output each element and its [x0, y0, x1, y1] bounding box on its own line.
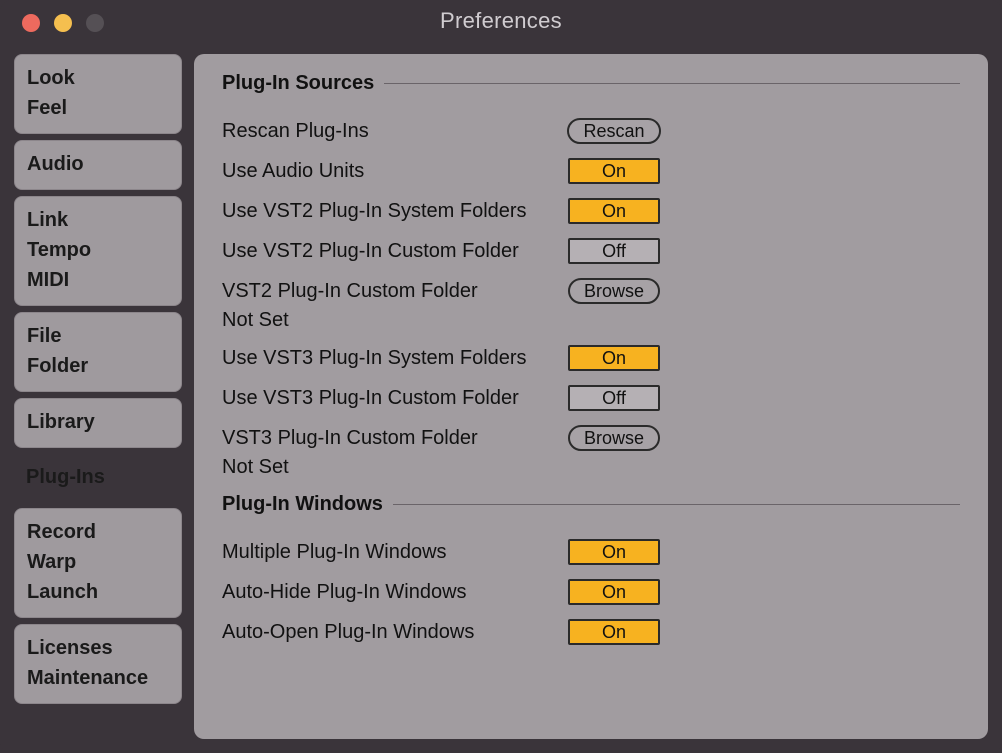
- label: Rescan Plug-Ins: [222, 120, 566, 143]
- label: VST3 Plug-In Custom Folder: [222, 427, 566, 450]
- window-traffic-lights: [22, 14, 104, 32]
- windows-rows: Multiple Plug-In Windows On Auto-Hide Pl…: [222, 532, 960, 652]
- label: Auto-Open Plug-In Windows: [222, 621, 566, 644]
- row-autohide-plugin-windows: Auto-Hide Plug-In Windows On: [222, 572, 960, 612]
- sidebar-item-record-warp-launch[interactable]: Record Warp Launch: [14, 508, 182, 618]
- row-multiple-plugin-windows: Multiple Plug-In Windows On: [222, 532, 960, 572]
- label: Use VST2 Plug-In Custom Folder: [222, 240, 566, 263]
- sidebar-item-file-folder[interactable]: File Folder: [14, 312, 182, 392]
- section-title: Plug-In Sources: [222, 72, 374, 95]
- window-zoom-icon[interactable]: [86, 14, 104, 32]
- window-title: Preferences: [0, 8, 1002, 34]
- row-vst3-custom-folder: VST3 Plug-In Custom Folder Browse: [222, 418, 960, 458]
- row-vst2-custom-folder: VST2 Plug-In Custom Folder Browse: [222, 271, 960, 311]
- section-header-windows: Plug-In Windows: [222, 493, 960, 516]
- rescan-button[interactable]: Rescan: [567, 118, 660, 144]
- label: Multiple Plug-In Windows: [222, 541, 566, 564]
- sidebar-item-label: File: [27, 321, 169, 351]
- sidebar-item-label: Audio: [27, 149, 169, 179]
- sidebar-item-plug-ins[interactable]: Plug-Ins: [14, 454, 182, 502]
- sidebar-item-look-feel[interactable]: Look Feel: [14, 54, 182, 134]
- sidebar-item-link-tempo-midi[interactable]: Link Tempo MIDI: [14, 196, 182, 306]
- sidebar-item-label: Warp: [27, 547, 169, 577]
- sidebar-item-library[interactable]: Library: [14, 398, 182, 448]
- multiple-plugin-windows-toggle[interactable]: On: [568, 539, 660, 565]
- autohide-plugin-windows-toggle[interactable]: On: [568, 579, 660, 605]
- sidebar-item-label: Launch: [27, 577, 169, 607]
- sidebar-item-label: Licenses: [27, 633, 169, 663]
- autoopen-plugin-windows-toggle[interactable]: On: [568, 619, 660, 645]
- sidebar-item-label: Link: [27, 205, 169, 235]
- vst2-custom-folder-value: Not Set: [222, 309, 960, 332]
- sidebar-item-label: Folder: [27, 351, 169, 381]
- label: Use VST2 Plug-In System Folders: [222, 200, 566, 223]
- row-use-audio-units: Use Audio Units On: [222, 151, 960, 191]
- vst2-custom-browse-button[interactable]: Browse: [568, 278, 660, 304]
- use-vst2-system-toggle[interactable]: On: [568, 198, 660, 224]
- section-header-sources: Plug-In Sources: [222, 72, 960, 95]
- window-minimize-icon[interactable]: [54, 14, 72, 32]
- sidebar-item-label: Feel: [27, 93, 169, 123]
- window-close-icon[interactable]: [22, 14, 40, 32]
- titlebar: Preferences: [0, 0, 1002, 42]
- sidebar-item-label: Record: [27, 517, 169, 547]
- use-audio-units-toggle[interactable]: On: [568, 158, 660, 184]
- sidebar-item-label: Tempo: [27, 235, 169, 265]
- use-vst2-custom-toggle[interactable]: Off: [568, 238, 660, 264]
- sidebar-item-label: Plug-Ins: [26, 462, 170, 492]
- label: Use VST3 Plug-In System Folders: [222, 347, 566, 370]
- label: Auto-Hide Plug-In Windows: [222, 581, 566, 604]
- section-title: Plug-In Windows: [222, 493, 383, 516]
- label: VST2 Plug-In Custom Folder: [222, 280, 566, 303]
- row-use-vst3-system: Use VST3 Plug-In System Folders On: [222, 338, 960, 378]
- sidebar-item-label: Maintenance: [27, 663, 169, 693]
- section-rule: [393, 504, 960, 505]
- sources-rows: Rescan Plug-Ins Rescan Use Audio Units O…: [222, 111, 960, 485]
- row-rescan: Rescan Plug-Ins Rescan: [222, 111, 960, 151]
- label: Use Audio Units: [222, 160, 566, 183]
- sidebar-item-label: Library: [27, 407, 169, 437]
- preferences-body: Look Feel Audio Link Tempo MIDI File Fol…: [14, 54, 988, 739]
- sidebar-item-label: Look: [27, 63, 169, 93]
- row-use-vst3-custom: Use VST3 Plug-In Custom Folder Off: [222, 378, 960, 418]
- content-pane: Plug-In Sources Rescan Plug-Ins Rescan U…: [194, 54, 988, 739]
- row-use-vst2-custom: Use VST2 Plug-In Custom Folder Off: [222, 231, 960, 271]
- sidebar: Look Feel Audio Link Tempo MIDI File Fol…: [14, 54, 182, 739]
- label: Use VST3 Plug-In Custom Folder: [222, 387, 566, 410]
- row-use-vst2-system: Use VST2 Plug-In System Folders On: [222, 191, 960, 231]
- vst3-custom-browse-button[interactable]: Browse: [568, 425, 660, 451]
- sidebar-item-licenses-maintenance[interactable]: Licenses Maintenance: [14, 624, 182, 704]
- vst3-custom-folder-value: Not Set: [222, 456, 960, 479]
- sidebar-item-label: MIDI: [27, 265, 169, 295]
- preferences-window: Preferences Look Feel Audio Link Tempo M…: [0, 0, 1002, 753]
- section-rule: [384, 83, 960, 84]
- sidebar-item-audio[interactable]: Audio: [14, 140, 182, 190]
- use-vst3-system-toggle[interactable]: On: [568, 345, 660, 371]
- use-vst3-custom-toggle[interactable]: Off: [568, 385, 660, 411]
- row-autoopen-plugin-windows: Auto-Open Plug-In Windows On: [222, 612, 960, 652]
